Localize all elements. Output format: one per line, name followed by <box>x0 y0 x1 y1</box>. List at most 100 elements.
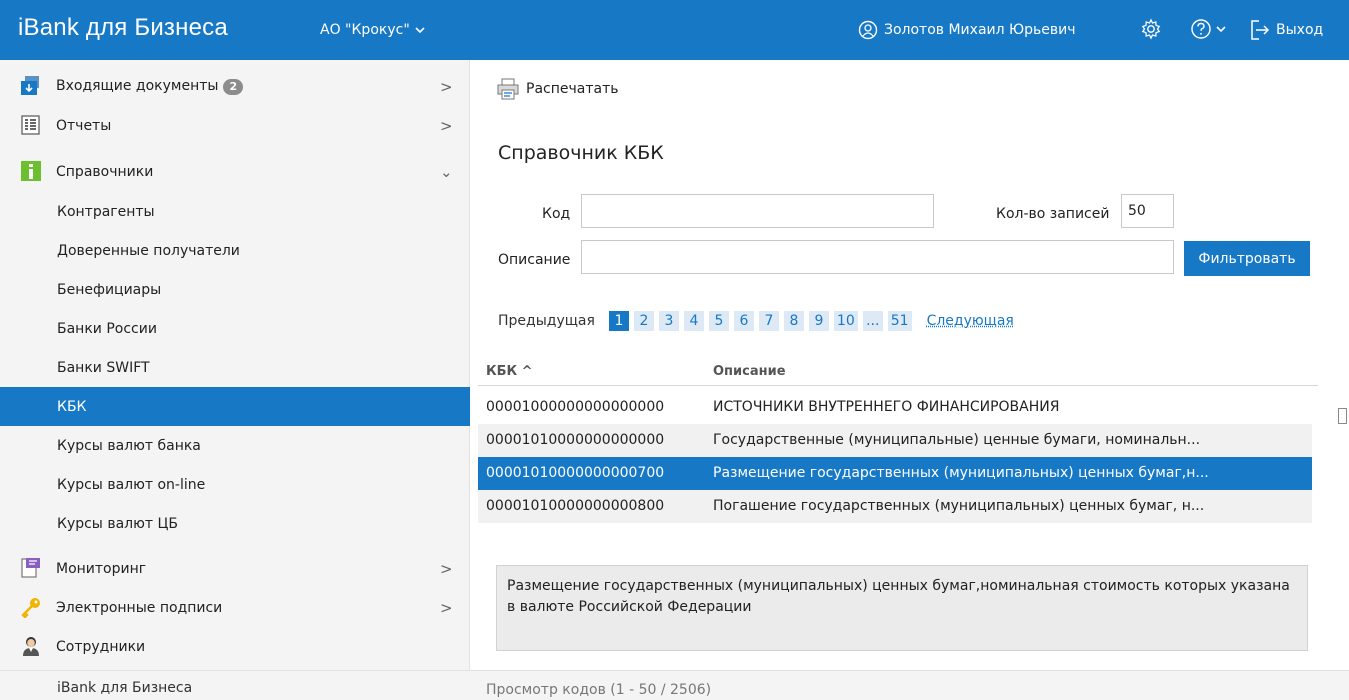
app-brand[interactable]: iBank для Бизнеса <box>18 14 228 42</box>
records-status: Просмотр кодов (1 - 50 / 2506) <box>486 682 712 698</box>
logout-label: Выход <box>1276 22 1324 38</box>
sidebar-item-label: Бенефициары <box>57 281 162 298</box>
page-7[interactable]: 7 <box>758 311 779 331</box>
footer-brand: iBank для Бизнеса <box>57 680 193 696</box>
page-3[interactable]: 3 <box>658 311 679 331</box>
code-label: Код <box>542 206 571 222</box>
user-name: Золотов Михаил Юрьевич <box>884 22 1076 38</box>
sidebar-item-beneficiaries[interactable]: Бенефициары <box>0 270 470 309</box>
sidebar-item-employees[interactable]: Сотрудники <box>0 627 470 666</box>
sidebar-item-e-signatures[interactable]: Электронные подписи > <box>0 588 470 627</box>
previous-page-link[interactable]: Предыдущая <box>498 313 595 329</box>
code-input[interactable] <box>581 194 934 228</box>
sidebar: Входящие документы 2 > Отчеты > Справочни… <box>0 60 470 670</box>
logout-button[interactable]: Выход <box>1250 19 1323 41</box>
sidebar-item-online-rates[interactable]: Курсы валют on-line <box>0 465 470 504</box>
description-cell: Погашение государственных (муниципальных… <box>713 498 1205 514</box>
table-row[interactable]: 00001010000000000800 Погашение государст… <box>478 490 1312 523</box>
chevron-down-icon <box>1216 26 1226 33</box>
sidebar-item-label: Сотрудники <box>56 638 146 655</box>
records-count-label: Кол-во записей <box>996 206 1110 222</box>
sidebar-item-label: КБК <box>57 398 87 415</box>
sidebar-item-label: Отчеты <box>56 117 112 134</box>
sidebar-item-incoming-docs[interactable]: Входящие документы 2 > <box>0 67 470 106</box>
sidebar-item-bank-rates[interactable]: Курсы валют банка <box>0 426 470 465</box>
description-input[interactable] <box>581 240 1174 274</box>
page-9[interactable]: 9 <box>808 311 829 331</box>
organization-selector[interactable]: АО "Крокус" <box>320 22 426 38</box>
table-scrollbar[interactable] <box>1336 390 1348 530</box>
sidebar-item-reports[interactable]: Отчеты > <box>0 106 470 145</box>
column-header-kbk[interactable]: КБК ^ <box>486 364 533 379</box>
organization-name: АО "Крокус" <box>320 22 410 38</box>
table-header: КБК ^ Описание <box>478 356 1318 386</box>
employee-icon <box>23 637 39 656</box>
kbk-cell: 00001000000000000000 <box>486 399 665 415</box>
help-menu[interactable] <box>1190 18 1227 40</box>
gear-icon <box>1141 18 1161 40</box>
user-icon <box>858 20 878 40</box>
records-count-input[interactable] <box>1121 194 1174 228</box>
sidebar-item-monitoring[interactable]: Мониторинг > <box>0 549 470 588</box>
main-content: Распечатать Справочник КБК Код Кол-во за… <box>478 60 1349 670</box>
key-icon <box>21 598 40 618</box>
page-5[interactable]: 5 <box>708 311 729 331</box>
sidebar-item-label: Мониторинг <box>56 560 147 577</box>
chevron-right-icon: > <box>440 116 453 135</box>
sidebar-item-trusted-recipients[interactable]: Доверенные получатели <box>0 231 470 270</box>
sidebar-item-russian-banks[interactable]: Банки России <box>0 309 470 348</box>
page-6[interactable]: 6 <box>733 311 754 331</box>
chevron-down-icon <box>415 27 425 34</box>
print-button[interactable]: Распечатать <box>496 77 618 101</box>
top-bar: iBank для Бизнеса АО "Крокус" Золотов Ми… <box>0 0 1349 60</box>
unread-count-badge: 2 <box>223 79 244 95</box>
help-icon <box>1191 19 1211 39</box>
filter-button[interactable]: Фильтровать <box>1184 241 1310 276</box>
sidebar-item-counterparties[interactable]: Контрагенты <box>0 192 470 231</box>
page-51[interactable]: 51 <box>887 311 912 331</box>
sidebar-item-label: Банки SWIFT <box>57 359 150 376</box>
selected-description-panel: Размещение государственных (муниципальны… <box>496 565 1308 651</box>
print-label: Распечатать <box>526 81 619 97</box>
kbk-cell: 00001010000000000700 <box>486 465 665 481</box>
table-row[interactable]: 00001000000000000000 ИСТОЧНИКИ ВНУТРЕННЕ… <box>478 391 1312 424</box>
settings-button[interactable] <box>1140 18 1162 44</box>
sidebar-item-swift-banks[interactable]: Банки SWIFT <box>0 348 470 387</box>
status-bar: iBank для Бизнеса Просмотр кодов (1 - 50… <box>0 670 1349 700</box>
description-cell: Государственные (муниципальные) ценные б… <box>713 432 1201 448</box>
chevron-down-icon: ⌄ <box>440 162 453 181</box>
sidebar-item-label: Контрагенты <box>57 203 155 220</box>
sidebar-item-label: Курсы валют банка <box>57 437 201 454</box>
scrollbar-thumb[interactable] <box>1338 408 1347 424</box>
printer-icon <box>497 78 519 100</box>
next-page-link[interactable]: Следующая <box>927 313 1014 329</box>
info-directory-icon <box>21 161 41 181</box>
user-menu[interactable]: Золотов Михаил Юрьевич <box>858 20 1076 40</box>
monitoring-icon <box>21 558 40 578</box>
sidebar-item-label: Доверенные получатели <box>57 242 240 259</box>
chevron-right-icon: > <box>440 598 453 617</box>
table-row[interactable]: 00001010000000000000 Государственные (му… <box>478 424 1312 457</box>
page-4[interactable]: 4 <box>683 311 704 331</box>
kbk-cell: 00001010000000000800 <box>486 498 665 514</box>
page-title: Справочник КБК <box>498 142 664 164</box>
column-header-description[interactable]: Описание <box>713 364 786 379</box>
chevron-right-icon: > <box>440 77 453 96</box>
table-row-selected[interactable]: 00001010000000000700 Размещение государс… <box>478 457 1312 490</box>
kbk-cell: 00001010000000000000 <box>486 432 665 448</box>
sidebar-item-label: Входящие документы 2 <box>56 78 244 95</box>
description-cell: ИСТОЧНИКИ ВНУТРЕННЕГО ФИНАНСИРОВАНИЯ <box>713 399 1060 415</box>
page-10[interactable]: 10 <box>833 311 858 331</box>
reports-icon <box>21 115 40 135</box>
page-1[interactable]: 1 <box>608 311 629 331</box>
sidebar-item-kbk[interactable]: КБК <box>0 387 470 426</box>
sidebar-item-label: Справочники <box>56 163 154 180</box>
sidebar-item-directories[interactable]: Справочники ⌄ <box>0 152 470 191</box>
logout-icon <box>1251 20 1270 40</box>
page-8[interactable]: 8 <box>783 311 804 331</box>
incoming-documents-icon <box>21 76 39 95</box>
sidebar-item-cb-rates[interactable]: Курсы валют ЦБ <box>0 504 470 543</box>
page-ellipsis[interactable]: ... <box>862 311 883 331</box>
sidebar-item-label: Банки России <box>57 320 157 337</box>
page-2[interactable]: 2 <box>633 311 654 331</box>
